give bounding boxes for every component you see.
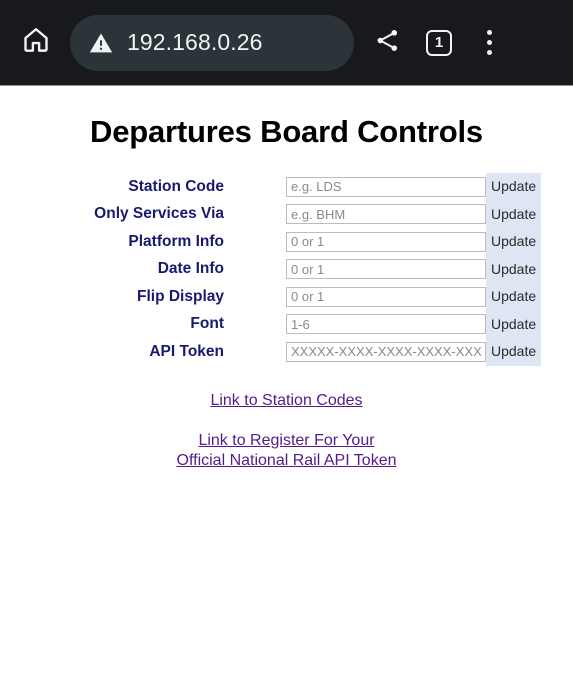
links-section: Link to Station Codes Link to Register F… — [0, 391, 573, 471]
overflow-menu-button[interactable] — [468, 22, 510, 64]
form-row-date-info: Date Info Update — [0, 255, 573, 283]
update-button-only-services-via[interactable]: Update — [486, 200, 542, 228]
api-token-register-link-line1[interactable]: Link to Register For Your — [198, 431, 374, 451]
home-button[interactable] — [16, 23, 56, 63]
station-code-input[interactable] — [286, 176, 486, 197]
font-input[interactable] — [286, 314, 486, 335]
url-text: 192.168.0.26 — [127, 29, 263, 55]
label-station-code: Station Code — [128, 177, 224, 195]
share-button[interactable] — [366, 22, 408, 64]
update-button-font[interactable]: Update — [486, 310, 542, 338]
label-flip-display: Flip Display — [137, 287, 224, 305]
field-wrap-api-token: Update — [286, 338, 542, 366]
field-wrap-font: Update — [286, 310, 542, 338]
label-date-info: Date Info — [157, 260, 224, 278]
update-button-platform-info[interactable]: Update — [486, 228, 542, 256]
field-wrap-flip-display: Update — [286, 283, 542, 311]
update-button-date-info[interactable]: Update — [486, 255, 542, 283]
controls-form: Station Code Update Only Services Via Up… — [0, 173, 573, 366]
form-row-only-services-via: Only Services Via Update — [0, 200, 573, 228]
label-platform-info: Platform Info — [128, 232, 224, 250]
field-wrap-date-info: Update — [286, 255, 542, 283]
update-button-station-code[interactable]: Update — [486, 173, 542, 201]
flip-display-input[interactable] — [286, 286, 486, 307]
label-only-services-via: Only Services Via — [94, 205, 224, 223]
page-title: Departures Board Controls — [90, 114, 483, 149]
only-services-via-input[interactable] — [286, 204, 486, 225]
form-row-font: Font Update — [0, 310, 573, 338]
station-codes-link[interactable]: Link to Station Codes — [210, 391, 362, 411]
field-wrap-only-services-via: Update — [286, 200, 542, 228]
api-token-input[interactable] — [286, 341, 486, 362]
station-codes-link-row: Link to Station Codes — [0, 391, 573, 411]
form-row-flip-display: Flip Display Update — [0, 283, 573, 311]
date-info-input[interactable] — [286, 259, 486, 280]
api-token-link-row: Link to Register For Your Official Natio… — [0, 431, 573, 471]
tab-count-label: 1 — [434, 34, 444, 51]
field-wrap-station-code: Update — [286, 173, 542, 201]
label-api-token: API Token — [149, 342, 224, 360]
form-row-api-token: API Token Update — [0, 338, 573, 366]
page-body: Departures Board Controls Station Code U… — [0, 86, 573, 687]
tab-counter-icon: 1 — [426, 29, 452, 56]
platform-info-input[interactable] — [286, 231, 486, 252]
share-icon — [374, 27, 401, 59]
home-icon — [21, 25, 51, 60]
api-token-register-link-line2[interactable]: Official National Rail API Token — [177, 451, 397, 471]
warning-triangle-icon[interactable] — [88, 30, 114, 56]
field-wrap-platform-info: Update — [286, 228, 542, 256]
url-bar[interactable]: 192.168.0.26 — [70, 14, 354, 71]
form-row-platform-info: Platform Info Update — [0, 228, 573, 256]
tab-counter-button[interactable]: 1 — [418, 22, 460, 64]
update-button-api-token[interactable]: Update — [486, 338, 542, 366]
label-font: Font — [190, 315, 224, 333]
update-button-flip-display[interactable]: Update — [486, 283, 542, 311]
overflow-menu-icon — [486, 28, 492, 57]
browser-toolbar: 192.168.0.26 1 — [0, 0, 573, 86]
form-row-station-code: Station Code Update — [0, 173, 573, 201]
